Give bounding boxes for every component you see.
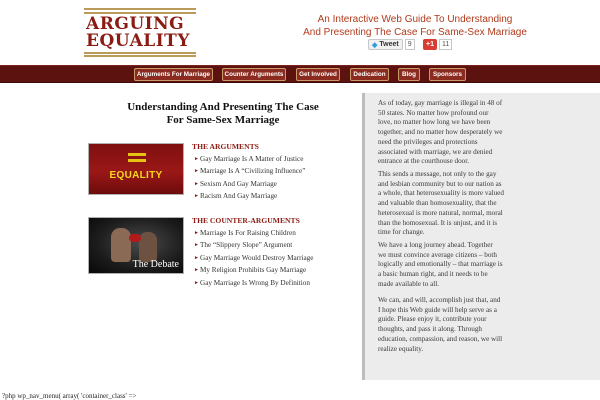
nav-dedication[interactable]: Dedication <box>350 68 389 81</box>
tweet-widget: ◆ Tweet 9 <box>368 39 415 50</box>
debate-image[interactable]: The Debate <box>88 217 184 274</box>
main-nav: Arguments For Marriage Counter Arguments… <box>0 65 600 83</box>
site-logo[interactable]: ARGUING EQUALITY <box>84 8 196 57</box>
sidebar-line: education, compassion, and reason, we wi… <box>378 334 503 343</box>
sidebar-paragraph: As of today, gay marriage is illegal in … <box>378 99 525 167</box>
tagline-line1: An Interactive Web Guide To Understandin… <box>317 14 513 25</box>
sidebar-paragraph: This sends a message, not only to the ga… <box>378 170 525 238</box>
counter-argument-link-label: Marriage Is For Raising Children <box>200 229 296 237</box>
sidebar-line: As of today, gay marriage is illegal in … <box>378 99 503 107</box>
equals-sign-bar <box>128 153 146 156</box>
counter-argument-link[interactable]: ►My Religion Prohibits Gay Marriage <box>194 266 306 274</box>
sidebar-line: time for change. <box>378 228 425 237</box>
gplus-widget: +1 11 <box>423 39 453 50</box>
sidebar-line: love, no matter how long we have been <box>378 118 491 127</box>
boxer-figure <box>139 232 157 262</box>
counter-argument-link-label: My Religion Prohibits Gay Marriage <box>200 266 307 274</box>
gplus-label: +1 <box>426 41 434 48</box>
sidebar-line: realize equality. <box>378 344 424 353</box>
argument-link-label: Racism And Gay Marriage <box>200 192 278 200</box>
argument-link[interactable]: ►Gay Marriage Is A Matter of Justice <box>194 155 303 163</box>
sidebar-line: heterosexual is more natural, normal, mo… <box>378 208 503 217</box>
sidebar-line: and valuable than homosexuality, that th… <box>378 199 497 208</box>
nav-sponsors[interactable]: Sponsors <box>429 68 466 81</box>
boxer-figure <box>111 228 131 262</box>
page-title-line1: Understanding And Presenting The Case <box>127 101 319 113</box>
equals-sign-bar <box>128 159 146 162</box>
sidebar-line: and lesbian community but to our nation … <box>378 179 502 188</box>
equality-image[interactable]: EQUALITY <box>88 143 184 195</box>
nav-arguments-for-marriage[interactable]: Arguments For Marriage <box>134 68 213 81</box>
tweet-label: Tweet <box>379 41 399 48</box>
counter-argument-link-label: The “Slippery Slope” Argument <box>200 241 293 249</box>
debate-image-text: The Debate <box>132 259 179 270</box>
sidebar-line: We can, and will, accomplish just that, … <box>378 296 501 304</box>
nav-get-involved[interactable]: Get Involved <box>296 68 340 81</box>
argument-link-label: Sexism And Gay Marriage <box>200 180 277 188</box>
twitter-bird-icon: ◆ <box>372 41 378 49</box>
arguments-heading: THE ARGUMENTS <box>192 142 259 151</box>
logo-rule <box>84 52 196 54</box>
sidebar-line: 50 states. No matter how profound our <box>378 108 489 117</box>
site-tagline: An Interactive Web Guide To Understandin… <box>300 13 530 39</box>
logo-text-line2: EQUALITY <box>86 31 190 51</box>
sidebar-line: logically and emotionally – that marriag… <box>378 260 503 269</box>
counter-argument-link[interactable]: ►The “Slippery Slope” Argument <box>194 241 292 249</box>
argument-link[interactable]: ►Marriage Is A “Civilizing Influence” <box>194 167 305 175</box>
argument-link[interactable]: ►Sexism And Gay Marriage <box>194 180 277 188</box>
sidebar-line: a basic human right, and it needs to be <box>378 270 488 279</box>
counter-argument-link[interactable]: ►Gay Marriage Would Destroy Marriage <box>194 254 313 262</box>
tweet-count: 9 <box>404 39 415 50</box>
argument-link-label: Gay Marriage Is A Matter of Justice <box>200 155 304 163</box>
tweet-button[interactable]: ◆ Tweet <box>368 39 403 50</box>
counter-argument-link[interactable]: ►Gay Marriage Is Wrong By Definition <box>194 279 310 287</box>
page-title-line2: For Same-Sex Marriage <box>166 114 280 126</box>
debug-code-text: ?php wp_nav_menu( array( 'container_clas… <box>2 392 137 400</box>
sidebar-line: than the homosexual. It is unjust, and i… <box>378 218 497 227</box>
sidebar-paragraph: We have a long journey ahead. Together w… <box>378 241 525 290</box>
argument-link-label: Marriage Is A “Civilizing Influence” <box>200 167 306 175</box>
sidebar-line: guide. Please enjoy it, contribute your <box>378 315 487 324</box>
argument-link[interactable]: ►Racism And Gay Marriage <box>194 192 277 200</box>
counter-argument-link[interactable]: ►Marriage Is For Raising Children <box>194 229 296 237</box>
gplus-count: 11 <box>438 39 453 50</box>
sidebar-line: We have a long journey ahead. Together <box>378 241 493 249</box>
sidebar-line: thoughts, and pass it along. Through <box>378 325 482 334</box>
counter-argument-link-label: Gay Marriage Is Wrong By Definition <box>200 279 310 287</box>
logo-rule <box>84 8 196 10</box>
sidebar-line: I hope this Web guide will help serve as… <box>378 305 497 314</box>
nav-counter-arguments[interactable]: Counter Arguments <box>222 68 286 81</box>
intro-sidebar: As of today, gay marriage is illegal in … <box>362 93 600 380</box>
sidebar-line: a whole, that heterosexuality is more va… <box>378 189 504 198</box>
sidebar-line: entrance at the courthouse door. <box>378 157 470 166</box>
equality-image-text: EQUALITY <box>109 170 163 181</box>
counter-argument-link-label: Gay Marriage Would Destroy Marriage <box>200 254 314 262</box>
tagline-line2: And Presenting The Case For Same-Sex Mar… <box>303 27 527 38</box>
page-title: Understanding And Presenting The Case Fo… <box>118 101 328 127</box>
sidebar-line: associated with marriage, we are denied <box>378 147 493 156</box>
sidebar-paragraph: We can, and will, accomplish just that, … <box>378 296 525 354</box>
sidebar-line: This sends a message, not only to the ga… <box>378 170 497 178</box>
sidebar-line: made available to all. <box>378 279 440 288</box>
logo-rule <box>84 55 196 57</box>
counter-arguments-heading: THE COUNTER-ARGUMENTS <box>192 216 300 225</box>
sidebar-line: need the privileges and protections <box>378 137 478 146</box>
sidebar-line: we must convince average citizens – both <box>378 250 497 259</box>
boxing-glove <box>129 234 141 242</box>
nav-blog[interactable]: Blog <box>398 68 420 81</box>
sidebar-line: together, and no matter how desperately … <box>378 128 503 137</box>
gplus-button[interactable]: +1 <box>423 39 437 50</box>
